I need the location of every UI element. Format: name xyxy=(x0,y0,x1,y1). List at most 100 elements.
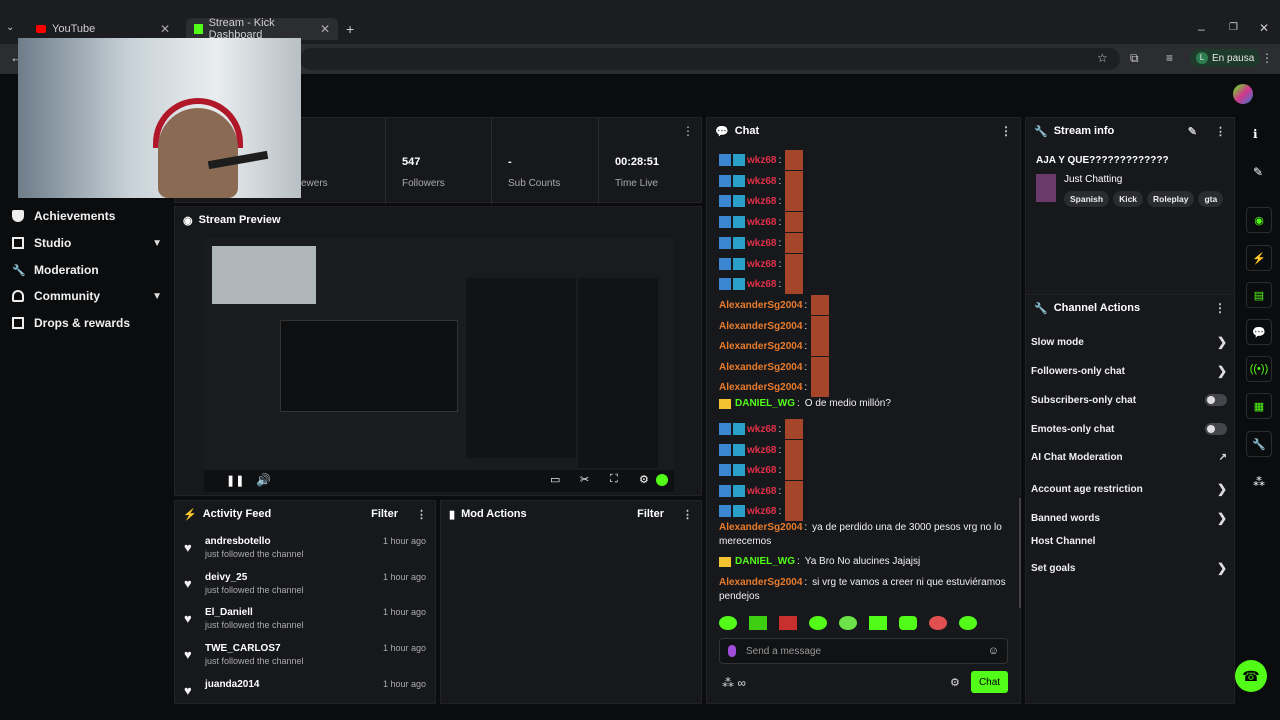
followers-only-row[interactable]: Followers-only chat ❯ xyxy=(1031,364,1227,378)
activity-username[interactable]: deivy_25 xyxy=(205,572,247,583)
subscribers-only-toggle[interactable] xyxy=(1205,394,1227,406)
tab-kick-dashboard[interactable]: Stream - Kick Dashboard ✕ xyxy=(186,17,338,41)
layout-rail-icon[interactable]: ▦ xyxy=(1246,393,1272,419)
ai-moderation-row[interactable]: AI Chat Moderation ↗ xyxy=(1031,452,1227,463)
wrench-rail-icon[interactable]: 🔧 xyxy=(1246,431,1272,457)
info-icon[interactable]: ℹ xyxy=(1253,127,1258,141)
minimize-icon[interactable]: – xyxy=(1198,22,1205,36)
chat-username[interactable]: wkz68 xyxy=(747,196,776,207)
chat-username[interactable]: wkz68 xyxy=(747,506,776,517)
account-age-row[interactable]: Account age restriction ❯ xyxy=(1031,482,1227,496)
theater-icon[interactable]: ▭ xyxy=(550,473,560,486)
tab-search-icon[interactable]: ⌄ xyxy=(6,22,14,33)
sidebar-item-achievements[interactable]: Achievements xyxy=(12,209,162,223)
host-channel-row[interactable]: Host Channel xyxy=(1031,536,1227,547)
banned-words-row[interactable]: Banned words ❯ xyxy=(1031,511,1227,525)
chat-username[interactable]: wkz68 xyxy=(747,176,776,187)
chat-tools-icon[interactable]: ⁂ ∞ xyxy=(722,676,746,690)
restore-icon[interactable]: ❐ xyxy=(1229,22,1238,33)
sidebar-item-drops-rewards[interactable]: Drops & rewards xyxy=(12,316,162,330)
more-tools-icon[interactable]: ⁂ xyxy=(1253,475,1265,489)
volume-icon[interactable]: 🔊 xyxy=(256,473,271,487)
chat-username[interactable]: AlexanderSg2004 xyxy=(719,341,802,352)
bolt-rail-icon[interactable]: ⚡ xyxy=(1246,245,1272,271)
new-tab-button[interactable]: + xyxy=(346,21,354,37)
slow-mode-row[interactable]: Slow mode ❯ xyxy=(1031,335,1227,349)
chat-username[interactable]: wkz68 xyxy=(747,279,776,290)
close-window-icon[interactable]: ✕ xyxy=(1259,21,1269,35)
clip-icon[interactable]: ✂ xyxy=(580,473,589,486)
edit-pencil-icon[interactable]: ✎ xyxy=(1188,125,1197,138)
chat-username[interactable]: wkz68 xyxy=(747,259,776,270)
emote-icon[interactable] xyxy=(869,616,887,630)
camera-rail-icon[interactable]: ◉ xyxy=(1246,207,1272,233)
chat-username[interactable]: AlexanderSg2004 xyxy=(719,522,802,533)
microphone-icon[interactable] xyxy=(728,645,736,657)
emotes-only-toggle[interactable] xyxy=(1205,423,1227,435)
chat-input[interactable]: Send a message ☺ xyxy=(719,638,1008,664)
close-tab-icon[interactable]: ✕ xyxy=(160,22,170,36)
broadcast-rail-icon[interactable]: ((•)) xyxy=(1246,356,1272,382)
chat-username[interactable]: AlexanderSg2004 xyxy=(719,321,802,332)
activity-username[interactable]: juanda2014 xyxy=(205,679,259,690)
emoji-picker-icon[interactable]: ☺ xyxy=(988,645,999,657)
fullscreen-icon[interactable]: ⛶ xyxy=(610,473,618,486)
sidebar-item-studio[interactable]: Studio ▼ xyxy=(12,236,162,250)
chat-username[interactable]: wkz68 xyxy=(747,465,776,476)
stream-info-more-icon[interactable]: ⋮ xyxy=(1215,125,1226,138)
emote-icon[interactable] xyxy=(839,616,857,630)
url-input[interactable] xyxy=(300,48,1120,70)
chat-username[interactable]: wkz68 xyxy=(747,445,776,456)
emote-icon[interactable] xyxy=(929,616,947,630)
chat-username[interactable]: wkz68 xyxy=(747,238,776,249)
profile-button[interactable]: L En pausa xyxy=(1190,49,1261,67)
help-support-icon[interactable]: ☎ xyxy=(1235,660,1267,692)
chat-username[interactable]: AlexanderSg2004 xyxy=(719,362,802,373)
chat-rail-icon[interactable]: 💬 xyxy=(1246,319,1272,345)
extensions-icon[interactable]: ⧉ xyxy=(1130,51,1139,66)
edit-icon[interactable]: ✎ xyxy=(1253,165,1263,179)
mod-filter-button[interactable]: Filter xyxy=(637,508,664,520)
chat-username[interactable]: wkz68 xyxy=(747,217,776,228)
sidebar-item-community[interactable]: Community ▼ xyxy=(12,289,162,303)
chat-username[interactable]: DANIEL_WG xyxy=(735,398,795,409)
chat-username[interactable]: wkz68 xyxy=(747,486,776,497)
chat-username[interactable]: wkz68 xyxy=(747,155,776,166)
emote-icon[interactable] xyxy=(719,616,737,630)
emote-icon[interactable] xyxy=(779,616,797,630)
chat-send-button[interactable]: Chat xyxy=(971,671,1008,693)
set-goals-row[interactable]: Set goals ❯ xyxy=(1031,561,1227,575)
chat-username[interactable]: DANIEL_WG xyxy=(735,556,795,567)
sidebar-item-moderation[interactable]: 🔧 Moderation xyxy=(12,263,162,277)
emote-icon[interactable] xyxy=(959,616,977,630)
activity-more-icon[interactable]: ⋮ xyxy=(416,508,427,521)
mod-more-icon[interactable]: ⋮ xyxy=(682,508,693,521)
menu-kebab-icon[interactable]: ⋮ xyxy=(1261,51,1273,65)
chat-username[interactable]: AlexanderSg2004 xyxy=(719,300,802,311)
activity-username[interactable]: TWE_CARLOS7 xyxy=(205,643,281,654)
activity-username[interactable]: El_Daniell xyxy=(205,607,253,618)
channel-actions-more-icon[interactable]: ⋮ xyxy=(1214,301,1226,315)
chat-settings-icon[interactable]: ⚙ xyxy=(950,676,960,689)
category-name[interactable]: Just Chatting xyxy=(1064,174,1122,185)
doc-rail-icon[interactable]: ▤ xyxy=(1246,282,1272,308)
activity-username[interactable]: andresbotello xyxy=(205,536,271,547)
close-tab-icon[interactable]: ✕ xyxy=(320,22,330,36)
emote-icon[interactable] xyxy=(809,616,827,630)
chat-username[interactable]: wkz68 xyxy=(747,424,776,435)
emote-quick-bar xyxy=(719,616,1009,632)
settings-gear-icon[interactable]: ⚙ xyxy=(639,473,649,486)
activity-filter-button[interactable]: Filter xyxy=(371,508,398,520)
pause-icon[interactable]: ❚❚ xyxy=(226,474,244,487)
user-avatar[interactable] xyxy=(1233,84,1253,104)
chat-more-icon[interactable]: ⋮ xyxy=(1000,124,1012,138)
chat-username[interactable]: AlexanderSg2004 xyxy=(719,382,802,393)
media-control-icon[interactable]: ≡ xyxy=(1166,51,1173,65)
emote-icon[interactable] xyxy=(749,616,767,630)
bookmark-star-icon[interactable]: ☆ xyxy=(1097,51,1108,65)
tab-youtube[interactable]: YouTube ✕ xyxy=(28,18,178,40)
chat-scrollbar[interactable] xyxy=(1019,498,1021,608)
stream-preview-video[interactable]: ❚❚ 🔊 ▭ ✂ ⛶ ⚙ xyxy=(204,238,674,492)
chat-username[interactable]: AlexanderSg2004 xyxy=(719,577,802,588)
emote-icon[interactable] xyxy=(899,616,917,630)
